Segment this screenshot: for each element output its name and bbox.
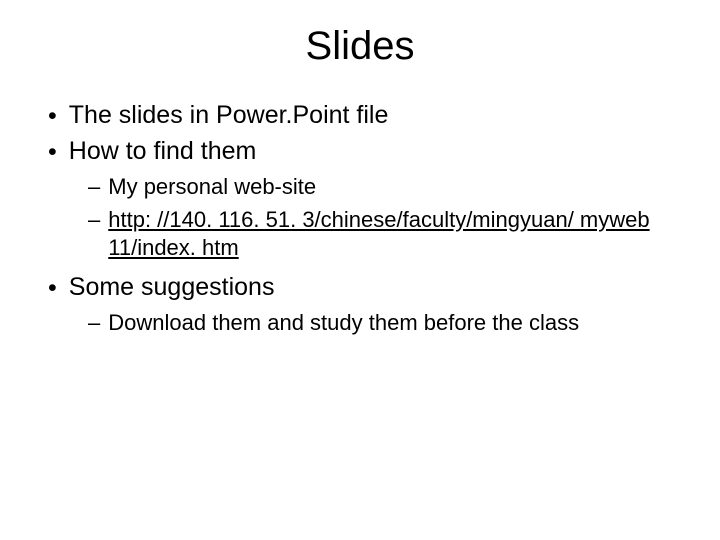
bullet-icon: • xyxy=(48,137,57,167)
dash-icon: – xyxy=(88,206,100,235)
bullet-icon: • xyxy=(48,273,57,303)
bullet-item-3: • Some suggestions xyxy=(48,273,688,303)
sub-text-3-1: Download them and study them before the … xyxy=(108,309,688,338)
sub-item-2-2: – http: //140. 116. 51. 3/chinese/facult… xyxy=(88,206,688,263)
bullet-text-2: How to find them xyxy=(69,137,257,166)
bullet-text-1: The slides in Power.Point file xyxy=(69,101,389,130)
bullet-text-3: Some suggestions xyxy=(69,273,275,302)
dash-icon: – xyxy=(88,309,100,338)
bullet-item-2: • How to find them xyxy=(48,137,688,167)
bullet-icon: • xyxy=(48,101,57,131)
sub-item-3-1: – Download them and study them before th… xyxy=(88,309,688,338)
bullet-item-1: • The slides in Power.Point file xyxy=(48,101,688,131)
sub-text-2-1: My personal web-site xyxy=(108,173,688,202)
sub-item-2-1: – My personal web-site xyxy=(88,173,688,202)
sub-text-2-2-link[interactable]: http: //140. 116. 51. 3/chinese/faculty/… xyxy=(108,206,688,263)
slide-title: Slides xyxy=(32,24,688,69)
dash-icon: – xyxy=(88,173,100,202)
